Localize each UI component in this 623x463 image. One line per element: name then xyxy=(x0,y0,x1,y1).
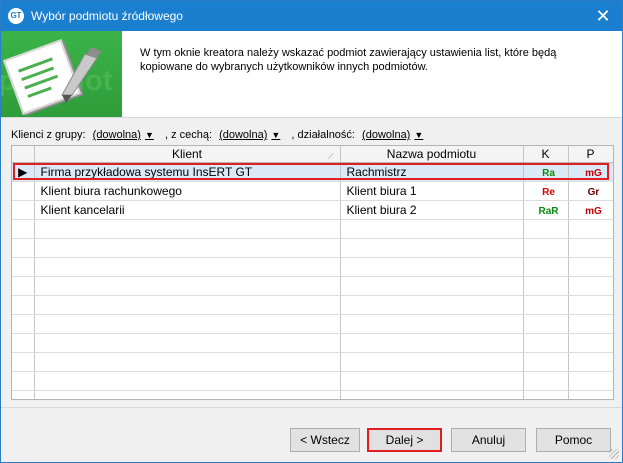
row-indicator-icon xyxy=(12,181,35,201)
group-filter-label: Klienci z grupy: xyxy=(11,129,86,141)
p-badge: mG xyxy=(585,168,602,179)
entity-cell[interactable]: Klient biura 2 xyxy=(340,200,524,220)
app-logo-icon: GT xyxy=(8,8,24,24)
feature-filter-value[interactable]: (dowolna) xyxy=(219,129,267,141)
p-column-header[interactable]: P xyxy=(568,146,613,163)
cancel-button[interactable]: Anuluj xyxy=(451,428,526,452)
feature-filter-dropdown[interactable]: (dowolna) ▼ xyxy=(219,129,284,141)
k-column-header[interactable]: K xyxy=(523,146,569,163)
bottom-separator xyxy=(1,407,622,408)
row-indicator-icon xyxy=(12,200,35,220)
group-filter-dropdown[interactable]: (dowolna) ▼ xyxy=(93,129,158,141)
help-button[interactable]: Pomoc xyxy=(536,428,611,452)
activity-filter-dropdown[interactable]: (dowolna) ▼ xyxy=(362,129,427,141)
wizard-banner: podmiot xyxy=(1,31,122,117)
k-badge: Re xyxy=(542,187,555,198)
k-cell: Ra xyxy=(523,162,569,182)
empty-table-row xyxy=(12,219,613,239)
entity-name-column-header[interactable]: Nazwa podmiotu xyxy=(340,146,524,163)
empty-table-row xyxy=(12,390,613,399)
k-cell: RaR xyxy=(523,200,569,220)
client-cell[interactable]: Klient biura rachunkowego xyxy=(34,181,341,201)
next-button[interactable]: Dalej > xyxy=(367,428,442,452)
pencil-icon xyxy=(61,47,101,103)
back-button[interactable]: < Wstecz xyxy=(290,428,360,452)
source-entity-selection-window: GT Wybór podmiotu źródłowego ✕ podmiot W… xyxy=(0,0,623,463)
feature-chevron-down-icon[interactable]: ▼ xyxy=(271,130,280,140)
client-column-header[interactable]: Klient xyxy=(34,146,341,163)
row-indicator-icon: ▶ xyxy=(12,162,35,182)
table-row[interactable]: Klient biura rachunkowego Klient biura 1… xyxy=(12,181,613,201)
table-header-row: Klient Nazwa podmiotu K P xyxy=(12,146,613,163)
empty-table-row xyxy=(12,276,613,296)
client-cell[interactable]: Firma przykładowa systemu InsERT GT xyxy=(34,162,341,182)
empty-table-row xyxy=(12,295,613,315)
feature-filter-label: , z cechą: xyxy=(164,129,213,141)
window-title: Wybór podmiotu źródłowego xyxy=(31,9,183,23)
activity-chevron-down-icon[interactable]: ▼ xyxy=(414,130,423,140)
empty-table-row xyxy=(12,352,613,372)
k-badge: RaR xyxy=(538,206,559,217)
row-indicator-header xyxy=(12,146,35,163)
p-cell: Gr xyxy=(568,181,613,201)
entity-cell[interactable]: Klient biura 1 xyxy=(340,181,524,201)
k-cell: Re xyxy=(523,181,569,201)
empty-table-row xyxy=(12,238,613,258)
client-filters: Klienci z grupy: (dowolna) ▼ , z cechą: (… xyxy=(11,129,611,145)
k-badge: Ra xyxy=(542,168,555,179)
wizard-header: podmiot W tym oknie kreatora należy wska… xyxy=(1,31,622,118)
resize-grip-icon[interactable] xyxy=(609,449,619,459)
wizard-description: W tym oknie kreatora należy wskazać podm… xyxy=(140,47,557,73)
group-filter-value[interactable]: (dowolna) xyxy=(93,129,141,141)
empty-table-row xyxy=(12,314,613,334)
p-cell: mG xyxy=(568,200,613,220)
empty-table-row xyxy=(12,371,613,391)
sort-indicator-icon: ⟋ xyxy=(328,152,334,161)
entity-table[interactable]: Klient Nazwa podmiotu K P ▶ Firma przykł… xyxy=(11,145,614,400)
activity-filter-label: , działalność: xyxy=(291,129,355,141)
activity-filter-value[interactable]: (dowolna) xyxy=(362,129,410,141)
close-button[interactable]: ✕ xyxy=(584,1,622,31)
empty-table-row xyxy=(12,257,613,277)
p-badge: Gr xyxy=(587,187,600,198)
empty-table-row xyxy=(12,333,613,353)
window-titlebar: GT Wybór podmiotu źródłowego ✕ xyxy=(1,1,622,31)
client-cell[interactable]: Klient kancelarii xyxy=(34,200,341,220)
p-badge: mG xyxy=(585,206,602,217)
table-row[interactable]: ▶ Firma przykładowa systemu InsERT GT Ra… xyxy=(12,162,613,182)
entity-cell[interactable]: Rachmistrz xyxy=(340,162,524,182)
p-cell: mG xyxy=(568,162,613,182)
table-row[interactable]: Klient kancelarii Klient biura 2 RaR mG xyxy=(12,200,613,220)
group-chevron-down-icon[interactable]: ▼ xyxy=(145,130,154,140)
